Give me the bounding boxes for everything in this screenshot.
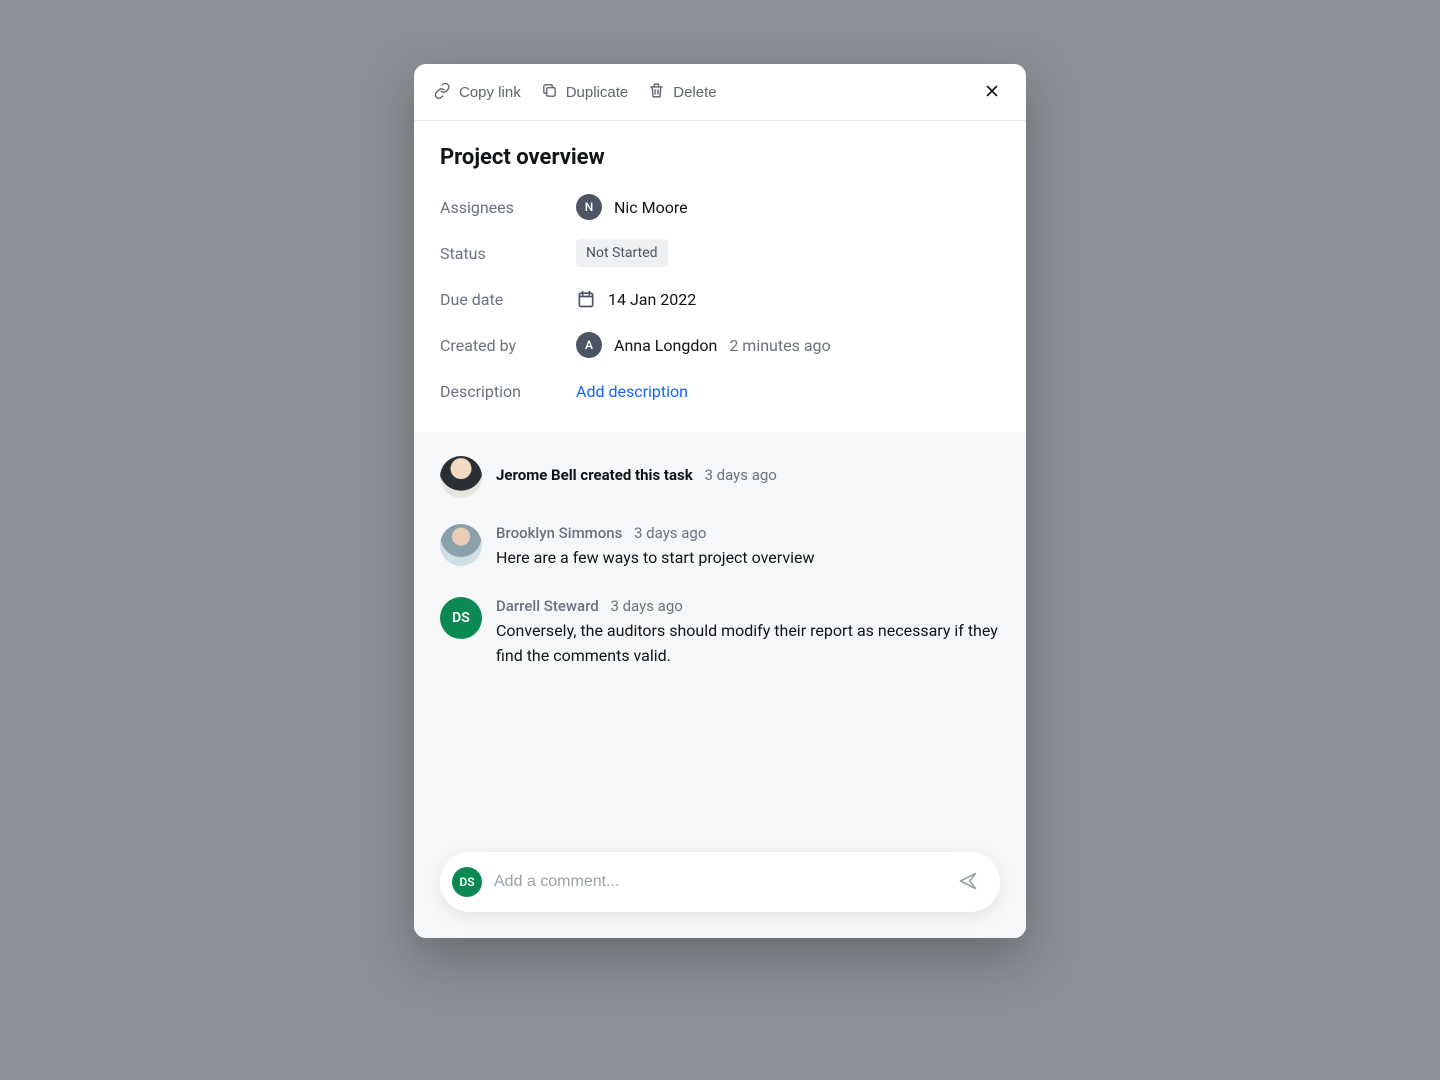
add-description-link[interactable]: Add description: [576, 382, 688, 401]
assignee-name: Nic Moore: [614, 198, 688, 217]
status-label: Status: [440, 244, 576, 263]
activity-comment: Brooklyn Simmons 3 days ago Here are a f…: [440, 524, 1000, 571]
assignees-value[interactable]: N Nic Moore: [576, 194, 688, 220]
due-date-text: 14 Jan 2022: [608, 290, 696, 309]
copy-link-button[interactable]: Copy link: [434, 82, 521, 103]
avatar: DS: [440, 597, 482, 639]
send-button[interactable]: [954, 868, 982, 896]
close-button[interactable]: [978, 78, 1006, 106]
avatar: [440, 456, 482, 498]
description-label: Description: [440, 382, 576, 401]
due-date-value[interactable]: 14 Jan 2022: [576, 289, 696, 309]
toolbar-actions: Copy link Duplicate Delete: [434, 82, 978, 103]
modal-toolbar: Copy link Duplicate Delete: [414, 64, 1026, 121]
comment-time: 3 days ago: [610, 597, 682, 615]
trash-icon: [648, 82, 665, 103]
field-description: Description Add description: [440, 376, 1000, 406]
avatar: [440, 524, 482, 566]
activity-event: Jerome Bell created this task 3 days ago: [440, 456, 1000, 498]
comment-author: Darrell Steward: [496, 597, 599, 615]
comment-input[interactable]: [494, 873, 942, 891]
created-by-value: A Anna Longdon 2 minutes ago: [576, 332, 831, 358]
duplicate-label: Duplicate: [566, 84, 629, 101]
activity-event-time: 3 days ago: [704, 466, 776, 484]
creator-name: Anna Longdon: [614, 336, 717, 355]
comment-author: Brooklyn Simmons: [496, 524, 622, 542]
task-modal: Copy link Duplicate Delete Project over: [414, 64, 1026, 938]
field-created-by: Created by A Anna Longdon 2 minutes ago: [440, 330, 1000, 360]
comment-text: Conversely, the auditors should modify t…: [496, 619, 1000, 669]
created-by-label: Created by: [440, 336, 576, 355]
composer-area: DS: [414, 852, 1026, 938]
calendar-icon: [576, 289, 596, 309]
delete-label: Delete: [673, 84, 716, 101]
activity-event-text: Jerome Bell created this task: [496, 466, 693, 484]
activity-comment: DS Darrell Steward 3 days ago Conversely…: [440, 597, 1000, 669]
status-badge: Not Started: [576, 239, 668, 267]
task-details: Project overview Assignees N Nic Moore S…: [414, 121, 1026, 432]
link-icon: [434, 82, 451, 103]
copy-link-label: Copy link: [459, 84, 521, 101]
due-date-label: Due date: [440, 290, 576, 309]
send-icon: [958, 871, 978, 894]
duplicate-button[interactable]: Duplicate: [541, 82, 629, 103]
task-title: Project overview: [440, 145, 1000, 170]
status-value[interactable]: Not Started: [576, 239, 668, 267]
field-status: Status Not Started: [440, 238, 1000, 268]
comment-time: 3 days ago: [634, 524, 706, 542]
delete-button[interactable]: Delete: [648, 82, 716, 103]
comment-composer[interactable]: DS: [440, 852, 1000, 912]
activity-feed: Jerome Bell created this task 3 days ago…: [414, 432, 1026, 852]
composer-avatar: DS: [452, 867, 482, 897]
comment-text: Here are a few ways to start project ove…: [496, 546, 1000, 571]
close-icon: [983, 82, 1001, 103]
created-time: 2 minutes ago: [729, 336, 830, 355]
duplicate-icon: [541, 82, 558, 103]
assignee-avatar: N: [576, 194, 602, 220]
field-due-date: Due date 14 Jan 2022: [440, 284, 1000, 314]
creator-avatar: A: [576, 332, 602, 358]
field-assignees: Assignees N Nic Moore: [440, 192, 1000, 222]
assignees-label: Assignees: [440, 198, 576, 217]
